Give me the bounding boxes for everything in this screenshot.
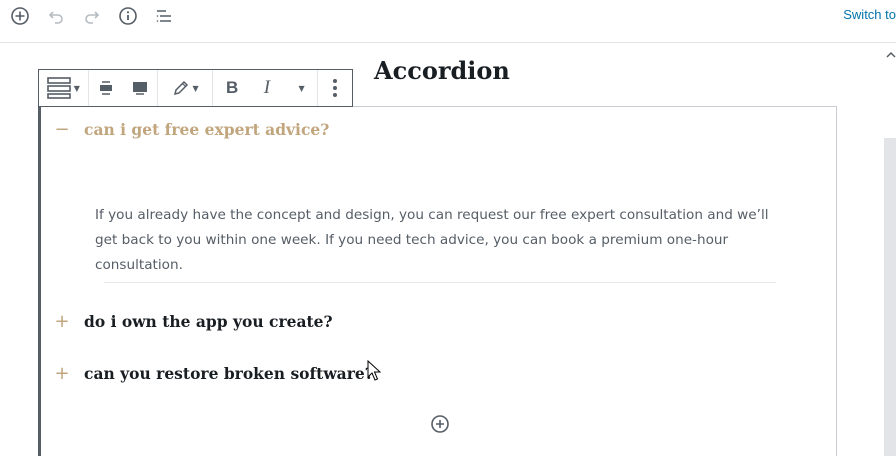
mouse-cursor-icon xyxy=(367,359,382,382)
editor-header: Switch to xyxy=(0,0,896,43)
align-full-icon xyxy=(132,82,147,95)
chevron-down-icon: ▼ xyxy=(73,83,80,93)
accordion-question[interactable]: can you restore broken software? xyxy=(84,364,374,383)
accordion-item-3[interactable]: + can you restore broken software? xyxy=(54,363,374,384)
accordion-item-1[interactable]: − can i get free expert advice? xyxy=(54,119,329,140)
switch-editor-link[interactable]: Switch to xyxy=(843,7,896,22)
scrollbar[interactable] xyxy=(884,138,896,456)
chevron-down-icon: ▼ xyxy=(298,83,305,93)
align-wide-icon xyxy=(99,81,112,95)
more-options-group xyxy=(318,70,352,106)
style-group: ▼ xyxy=(158,70,214,106)
redo-icon[interactable] xyxy=(80,4,104,28)
add-block-icon[interactable] xyxy=(8,4,32,28)
add-block-button[interactable] xyxy=(430,414,450,434)
bold-button[interactable]: B xyxy=(226,70,238,106)
pencil-icon xyxy=(173,80,188,96)
highlight-button[interactable]: ▼ xyxy=(172,70,199,106)
block-toolbar: ▼ ▼ B I ▼ xyxy=(38,69,353,107)
accordion-question[interactable]: can i get free expert advice? xyxy=(84,120,329,139)
accordion-block[interactable]: − can i get free expert advice? If you a… xyxy=(38,106,837,456)
info-icon[interactable] xyxy=(116,4,140,28)
chevron-down-icon: ▼ xyxy=(192,83,199,93)
list-outline-icon[interactable] xyxy=(152,4,176,28)
alignment-group xyxy=(89,70,158,106)
expand-icon[interactable]: + xyxy=(54,363,70,384)
block-switcher[interactable]: ▼ xyxy=(39,70,89,106)
block-type-button[interactable]: ▼ xyxy=(46,70,80,106)
undo-icon[interactable] xyxy=(44,4,68,28)
chevron-up-icon[interactable] xyxy=(886,45,896,58)
accordion-item-2[interactable]: + do i own the app you create? xyxy=(54,311,333,332)
accordion-question[interactable]: do i own the app you create? xyxy=(84,312,333,331)
stack-icon xyxy=(46,77,71,99)
wide-width-button[interactable] xyxy=(98,70,114,106)
accordion-answer[interactable]: If you already have the concept and desi… xyxy=(95,203,785,278)
more-vertical-icon xyxy=(333,79,338,97)
divider xyxy=(104,282,776,283)
format-group: B I ▼ xyxy=(213,70,319,106)
full-width-button[interactable] xyxy=(132,70,148,106)
page-title[interactable]: Accordion xyxy=(374,56,510,85)
collapse-icon[interactable]: − xyxy=(54,119,70,140)
more-formats-button[interactable]: ▼ xyxy=(295,70,304,106)
expand-icon[interactable]: + xyxy=(54,311,70,332)
more-options-button[interactable] xyxy=(332,70,338,106)
italic-button[interactable]: I xyxy=(264,70,270,106)
